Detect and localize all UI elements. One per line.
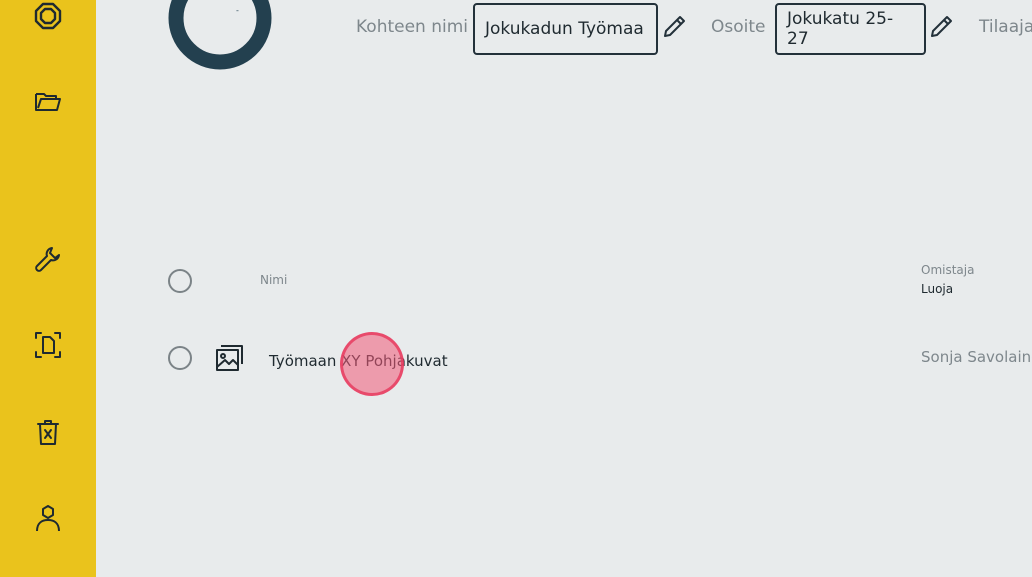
trash-icon[interactable]	[32, 416, 64, 448]
progress-ring-label: -	[236, 6, 239, 15]
field-label-address: Osoite	[711, 17, 766, 37]
site-name-field[interactable]: Jokukadun Työmaa	[473, 3, 658, 55]
sidebar	[0, 0, 96, 577]
column-header-creator[interactable]: Luoja	[921, 282, 953, 296]
document-scan-icon[interactable]	[32, 329, 64, 361]
wrench-icon[interactable]	[32, 243, 64, 275]
folder-icon[interactable]	[32, 85, 64, 117]
edit-address-pencil-icon[interactable]	[928, 12, 956, 40]
column-header-owner[interactable]: Omistaja	[921, 263, 974, 277]
user-icon[interactable]	[32, 502, 64, 534]
octagon-icon[interactable]	[32, 0, 64, 32]
edit-site-name-pencil-icon[interactable]	[661, 12, 689, 40]
column-header-name[interactable]: Nimi	[260, 273, 287, 287]
row-select-radio[interactable]	[168, 346, 192, 370]
progress-ring	[168, 0, 272, 70]
select-all-radio[interactable]	[168, 269, 192, 293]
field-label-site-name: Kohteen nimi	[356, 17, 469, 37]
row-file-name[interactable]: Työmaan XY Pohjakuvat	[269, 352, 448, 370]
field-label-client: Tilaaja	[979, 17, 1032, 37]
image-icon	[214, 342, 246, 374]
address-field[interactable]: Jokukatu 25-27	[775, 3, 926, 55]
row-owner-name: Sonja Savolainen	[921, 348, 1032, 366]
